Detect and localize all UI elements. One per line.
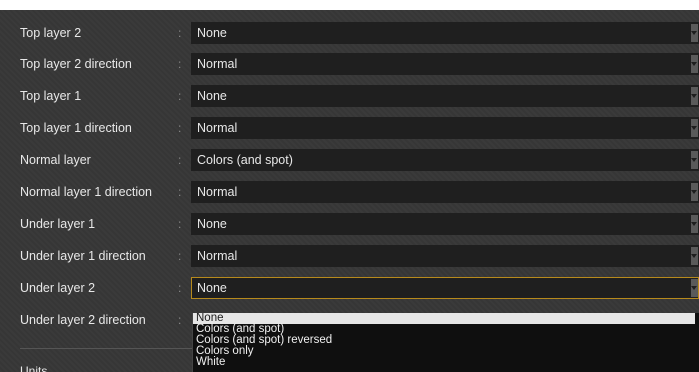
normal-layer-1-direction-select[interactable]: Normal xyxy=(191,181,699,203)
dropdown-option-white[interactable]: White xyxy=(193,356,699,368)
under-layer-1-direction-value: Normal xyxy=(197,249,238,263)
chevron-down-icon[interactable] xyxy=(691,55,698,73)
row-top-layer-1: Top layer 1 : None xyxy=(0,82,699,110)
dropdown-option-colors-and-spot-reversed[interactable]: Colors (and spot) reversed xyxy=(193,334,699,346)
units-heading: Units xyxy=(20,364,48,372)
row-normal-layer: Normal layer : Colors (and spot) xyxy=(0,146,699,174)
top-layer-2-direction-label: Top layer 2 direction xyxy=(20,57,132,71)
under-layer-1-label: Under layer 1 xyxy=(20,217,96,231)
top-layer-2-label: Top layer 2 xyxy=(20,26,82,40)
row-top-layer-1-direction: Top layer 1 direction : Normal xyxy=(0,114,699,142)
chevron-down-icon[interactable] xyxy=(691,151,698,169)
top-layer-1-direction-label: Top layer 1 direction xyxy=(20,121,132,135)
normal-layer-1-direction-label: Normal layer 1 direction xyxy=(20,185,152,199)
normal-layer-label: Normal layer xyxy=(20,153,91,167)
row-top-layer-2: Top layer 2 : None xyxy=(0,19,699,47)
normal-layer-value: Colors (and spot) xyxy=(197,153,293,167)
row-under-layer-2: Under layer 2 : None xyxy=(0,274,699,302)
top-layer-2-select[interactable]: None xyxy=(191,22,699,44)
separator: : xyxy=(178,185,182,199)
row-under-layer-1-direction: Under layer 1 direction : Normal xyxy=(0,242,699,270)
top-layer-1-direction-select[interactable]: Normal xyxy=(191,117,699,139)
chevron-down-icon[interactable] xyxy=(691,247,698,265)
normal-layer-select[interactable]: Colors (and spot) xyxy=(191,149,699,171)
under-layer-2-select[interactable]: None xyxy=(191,277,699,299)
layer-settings-panel: Top layer 2 : None Top layer 2 direction… xyxy=(0,10,699,372)
top-layer-1-direction-value: Normal xyxy=(197,121,238,135)
chevron-down-icon[interactable] xyxy=(691,24,698,42)
under-layer-1-direction-select[interactable]: Normal xyxy=(191,245,699,267)
top-layer-2-value: None xyxy=(197,26,227,40)
top-layer-1-label: Top layer 1 xyxy=(20,89,82,103)
separator: : xyxy=(178,89,182,103)
under-layer-2-value: None xyxy=(197,281,227,295)
under-layer-2-dropdown-list[interactable]: None Colors (and spot) Colors (and spot)… xyxy=(192,313,699,372)
row-top-layer-2-direction: Top layer 2 direction : Normal xyxy=(0,50,699,78)
row-under-layer-1: Under layer 1 : None xyxy=(0,210,699,238)
separator: : xyxy=(178,313,182,327)
separator: : xyxy=(178,153,182,167)
top-layer-1-value: None xyxy=(197,89,227,103)
separator: : xyxy=(178,281,182,295)
under-layer-2-label: Under layer 2 xyxy=(20,281,96,295)
separator: : xyxy=(178,249,182,263)
separator: : xyxy=(178,217,182,231)
chevron-down-icon[interactable] xyxy=(691,119,698,137)
separator: : xyxy=(178,26,182,40)
separator: : xyxy=(178,121,182,135)
chevron-down-icon[interactable] xyxy=(691,215,698,233)
top-layer-2-direction-select[interactable]: Normal xyxy=(191,53,699,75)
under-layer-1-select[interactable]: None xyxy=(191,213,699,235)
separator: : xyxy=(178,57,182,71)
row-normal-layer-1-direction: Normal layer 1 direction : Normal xyxy=(0,178,699,206)
chevron-down-icon[interactable] xyxy=(691,87,698,105)
normal-layer-1-direction-value: Normal xyxy=(197,185,238,199)
under-layer-1-value: None xyxy=(197,217,227,231)
top-layer-1-select[interactable]: None xyxy=(191,85,699,107)
under-layer-1-direction-label: Under layer 1 direction xyxy=(20,249,146,263)
top-layer-2-direction-value: Normal xyxy=(197,57,238,71)
chevron-down-icon[interactable] xyxy=(691,279,698,297)
under-layer-2-direction-label: Under layer 2 direction xyxy=(20,313,146,327)
chevron-down-icon[interactable] xyxy=(691,183,698,201)
dropdown-option-colors-only[interactable]: Colors only xyxy=(193,345,699,357)
